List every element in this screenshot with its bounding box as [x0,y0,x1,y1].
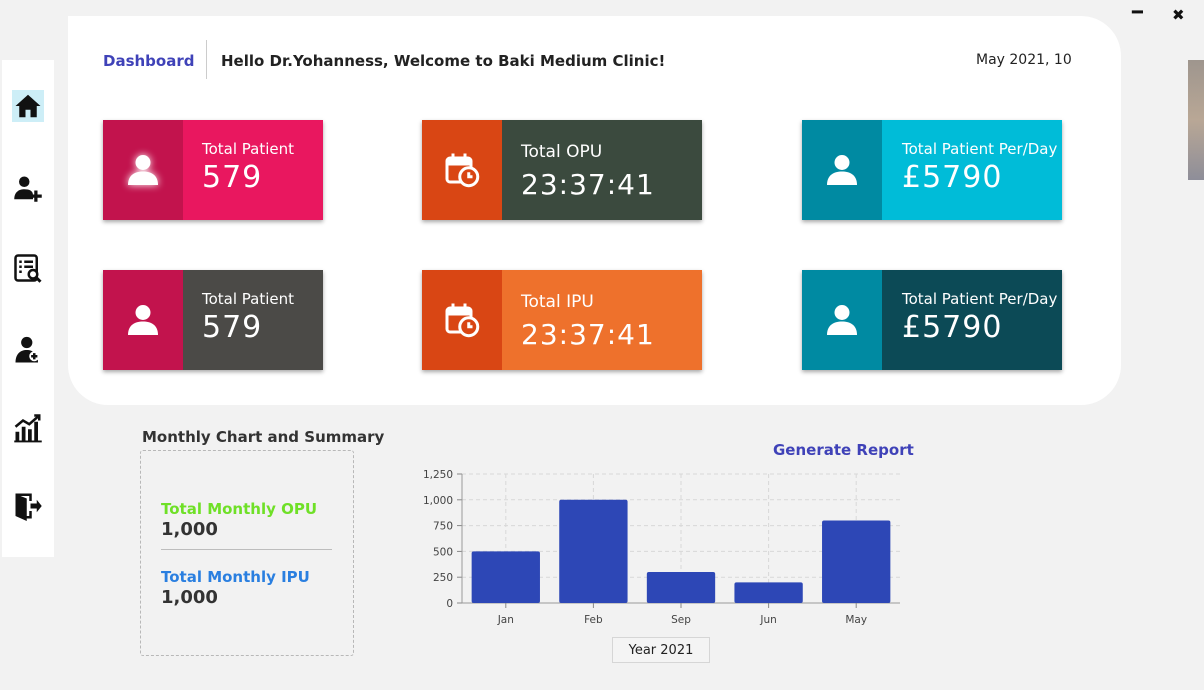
card-total-opu[interactable]: Total OPU 23:37:41 [422,120,702,220]
card-icon-box [103,270,183,370]
user-icon [827,305,857,335]
y-tick-label: 500 [433,546,453,558]
x-tick-label: Jan [497,614,514,626]
monthly-opu-value: 1,000 [161,519,218,540]
doctor-icon [15,336,40,363]
bar-chart-icon [14,414,42,443]
sidebar-item-search-records[interactable] [12,252,44,284]
x-tick-label: Feb [584,614,603,626]
close-button[interactable]: ✖ [1172,6,1185,24]
sidebar-item-logout[interactable] [12,490,44,522]
year-selector[interactable]: Year 2021 [612,637,710,663]
generate-report-link[interactable]: Generate Report [773,441,914,459]
monthly-opu-label: Total Monthly OPU [161,500,318,518]
calendar-clock-icon [445,303,480,338]
sidebar-item-analytics[interactable] [12,412,44,444]
y-tick-label: 1,000 [423,495,453,507]
card-label: Total Patient [202,290,295,308]
card-value: 579 [202,310,263,345]
monthly-bar-chart: 0 250 500 750 1,000 1,250 Jan Feb Sep Jun May [423,469,900,626]
x-tick-label: Jun [759,614,776,626]
sidebar-item-home[interactable] [12,90,44,122]
summary-box [140,450,354,656]
background-edge [1188,60,1204,180]
card-total-ipu[interactable]: Total IPU 23:37:41 [422,270,702,370]
monthly-ipu-value: 1,000 [161,587,218,608]
card-total-patient-2[interactable]: Total Patient 579 [103,270,323,370]
card-label: Total Patient [202,140,295,158]
x-tick-label: May [845,614,867,626]
bar-jan [471,551,540,603]
bar-feb [559,499,628,603]
bar-jun [734,582,803,603]
header-divider [206,40,207,79]
user-icon [827,155,857,185]
card-icon-box [422,120,502,220]
logout-icon [15,493,42,521]
card-value: 23:37:41 [521,318,655,351]
card-value: 23:37:41 [521,168,655,201]
y-tick-label: 750 [433,521,453,533]
summary-divider [161,549,332,550]
sidebar-item-add-patient[interactable] [12,172,44,204]
minimize-button[interactable]: ━ [1132,2,1143,23]
monthly-ipu-label: Total Monthly IPU [161,568,310,586]
card-value: £5790 [902,310,1003,345]
current-date: May 2021, 10 [976,52,1072,68]
home-icon [15,94,41,118]
x-tick-label: Sep [671,614,691,626]
card-value: 579 [202,160,263,195]
card-total-patient[interactable]: Total Patient 579 [103,120,323,220]
summary-title: Monthly Chart and Summary [142,428,385,446]
card-total-patient-per-day-2[interactable]: Total Patient Per/Day £5790 [802,270,1062,370]
sidebar-item-doctor[interactable] [12,334,44,366]
user-icon [128,155,158,185]
card-icon-box [802,270,882,370]
card-label: Total IPU [521,292,594,312]
breadcrumb[interactable]: Dashboard [103,52,194,70]
card-label: Total OPU [521,142,603,162]
card-value: £5790 [902,160,1003,195]
user-icon [128,305,158,335]
card-icon-box [422,270,502,370]
welcome-message: Hello Dr.Yohanness, Welcome to Baki Medi… [221,52,666,70]
y-tick-label: 0 [446,598,453,610]
card-icon-box [802,120,882,220]
calendar-clock-icon [445,153,480,188]
search-list-icon [14,254,42,283]
y-tick-label: 250 [433,572,453,584]
card-total-patient-per-day[interactable]: Total Patient Per/Day £5790 [802,120,1062,220]
card-label: Total Patient Per/Day [902,290,1058,308]
sidebar [2,60,54,557]
card-label: Total Patient Per/Day [902,140,1058,158]
bar-sep [646,572,716,603]
card-icon-box [103,120,183,220]
bar-may [822,520,891,603]
user-plus-icon [14,176,42,202]
y-tick-label: 1,250 [423,469,453,481]
